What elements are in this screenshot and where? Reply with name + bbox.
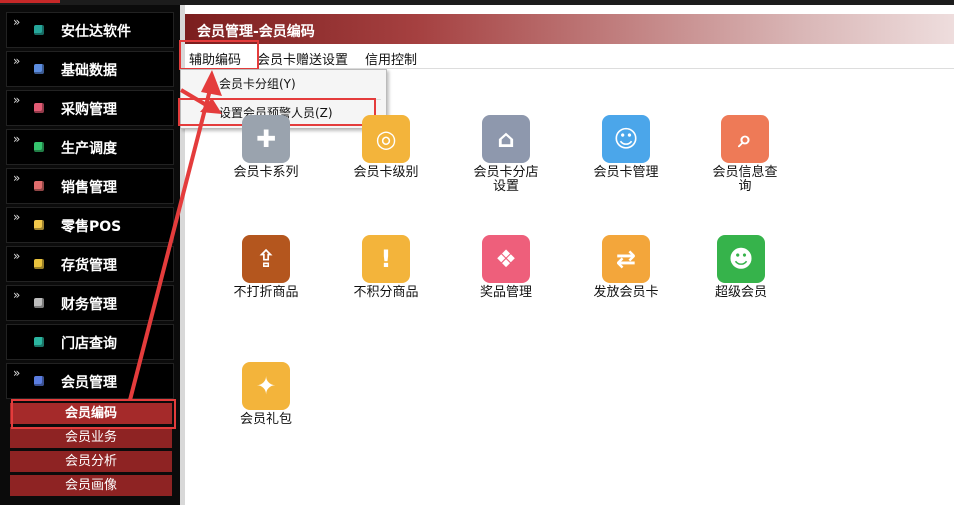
sidebar-subitem-member-business[interactable]: 会员业务 [10,427,172,448]
sidebar-item-label: 安仕达软件 [61,24,131,40]
module-icon [34,220,44,230]
menu-credit-control[interactable]: 信用控制 [365,49,417,68]
module-icon [34,259,44,269]
tile-label: 会员信息查询 [712,165,778,194]
module-icon [34,142,44,152]
tile-no-points-goods[interactable]: ! 不积分商品 [331,235,441,300]
sidebar-item-member[interactable]: » 会员管理 [6,363,174,399]
tile-label: 会员卡系列 [233,165,299,180]
sidebar-item-label: 生产调度 [61,141,117,157]
sidebar-item-label: 财务管理 [61,297,117,313]
grid-icon: ✚ [242,115,290,163]
tile-prize-management[interactable]: ❖ 奖品管理 [451,235,561,300]
tile-label: 发放会员卡 [593,285,659,300]
chevron-right-icon: » [13,171,21,185]
tile-label: 超级会员 [714,285,767,300]
tile-label: 会员卡管理 [593,165,659,180]
sidebar-item-label: 存货管理 [61,258,117,274]
user-card-icon: ☺ [602,115,650,163]
module-icon [34,181,44,191]
module-icon [34,64,44,74]
module-icon [34,298,44,308]
menu-card-gift-settings[interactable]: 会员卡赠送设置 [257,49,348,68]
sidebar-item-label: 基础数据 [61,63,117,79]
title-bar: 会员管理-会员编码 [185,14,954,44]
chevron-right-icon: » [13,93,21,107]
sidebar-item-retail-pos[interactable]: » 零售POS [6,207,174,243]
sidebar-item-production[interactable]: » 生产调度 [6,129,174,165]
chevron-down-icon: » [13,366,21,380]
sidebar-item-basic-data[interactable]: » 基础数据 [6,51,174,87]
chevron-right-icon: » [13,210,21,224]
super-user-icon: ☻ [717,235,765,283]
coins-icon: ◎ [362,115,410,163]
tile-card-level[interactable]: ◎ 会员卡级别 [331,115,441,180]
sidebar-item-sales[interactable]: » 销售管理 [6,168,174,204]
chevron-right-icon: » [13,132,21,146]
tile-label: 会员礼包 [239,412,292,427]
sidebar-item-label: 采购管理 [61,102,117,118]
home-icon: ⌂ [482,115,530,163]
highlight-box-subitem [11,399,176,429]
puzzle-icon: ✦ [242,362,290,410]
chevron-right-icon: » [13,54,21,68]
module-icon [34,376,44,386]
sidebar-item-inventory[interactable]: » 存货管理 [6,246,174,282]
sidebar-subitem-member-analysis[interactable]: 会员分析 [10,451,172,472]
sidebar-item-label: 门店查询 [61,336,117,352]
tile-card-management[interactable]: ☺ 会员卡管理 [571,115,681,180]
dropdown-item-card-group[interactable]: 会员卡分组(Y) [181,72,386,96]
tile-label: 会员卡级别 [353,165,419,180]
sidebar-item-label: 零售POS [61,219,122,235]
sidebar-item-store-query[interactable]: 门店查询 [6,324,174,360]
sidebar-item-anshida[interactable]: » 安仕达软件 [6,12,174,48]
sidebar-item-purchase[interactable]: » 采购管理 [6,90,174,126]
tile-member-info-query[interactable]: ⌕ 会员信息查询 [690,115,800,194]
tile-label: 会员卡分店设置 [473,165,539,194]
tile-label: 不积分商品 [353,285,419,300]
sidebar-item-label: 销售管理 [61,180,117,196]
tile-issue-member-card[interactable]: ⇄ 发放会员卡 [571,235,681,300]
tile-card-store-settings[interactable]: ⌂ 会员卡分店设置 [451,115,561,194]
module-icon [34,103,44,113]
transfer-icon: ⇄ [602,235,650,283]
highlight-box-menu [179,40,259,70]
upload-box-icon: ⇪ [242,235,290,283]
module-icon [34,337,44,347]
tile-label: 奖品管理 [479,285,532,300]
document-search-icon: ⌕ [721,115,769,163]
tile-super-member[interactable]: ☻ 超级会员 [686,235,796,300]
chevron-right-icon: » [13,288,21,302]
chevron-right-icon: » [13,15,21,29]
gift-icon: ❖ [482,235,530,283]
exclamation-icon: ! [362,235,410,283]
sidebar-subitem-member-portrait[interactable]: 会员画像 [10,475,172,496]
page-title: 会员管理-会员编码 [197,24,315,40]
tile-label: 不打折商品 [233,285,299,300]
module-icon [34,25,44,35]
sidebar-item-finance[interactable]: » 财务管理 [6,285,174,321]
menu-bar: 辅助编码 会员卡赠送设置 信用控制 [185,44,954,69]
tile-member-gift-pack[interactable]: ✦ 会员礼包 [211,362,321,427]
sidebar-item-label: 会员管理 [61,375,117,391]
tile-card-series[interactable]: ✚ 会员卡系列 [211,115,321,180]
top-border-accent [0,0,60,3]
tile-no-discount-goods[interactable]: ⇪ 不打折商品 [211,235,321,300]
chevron-right-icon: » [13,249,21,263]
